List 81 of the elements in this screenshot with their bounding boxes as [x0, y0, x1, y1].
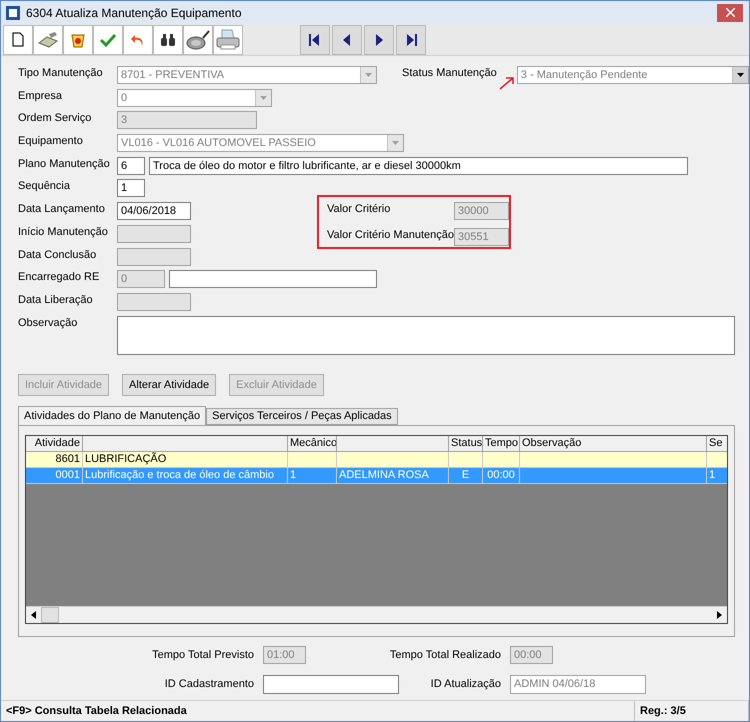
table-cell: 1: [707, 468, 727, 484]
column-header: Status: [449, 436, 483, 452]
toolbar-button[interactable]: [3, 24, 33, 54]
toolbar-button[interactable]: [183, 24, 213, 54]
next-record-button[interactable]: [364, 24, 394, 54]
printer-icon: [216, 28, 240, 50]
record-counter: Reg.: 3/5: [635, 701, 749, 721]
memo-field[interactable]: [117, 316, 735, 355]
table-cell: E: [449, 468, 483, 484]
field-label: ID Atualização: [430, 678, 501, 690]
table-row[interactable]: 8601 LUBRIFICAÇÃO: [26, 452, 727, 468]
field-label: Data Conclusão: [18, 248, 98, 260]
field-label: Tempo Total Realizado: [390, 648, 501, 661]
tab[interactable]: Atividades do Plano de Manutenção: [18, 406, 206, 425]
scroll-left-icon: [31, 610, 36, 619]
action-button[interactable]: Alterar Atividade: [122, 374, 216, 396]
window-title: 6304 Atualiza Manutenção Equipamento: [26, 6, 242, 20]
last-icon: [404, 32, 418, 46]
field-label: Empresa: [18, 88, 64, 102]
field-label: Sequência: [18, 179, 71, 192]
toolbar-button[interactable]: [153, 24, 183, 54]
text-field[interactable]: 00:00: [510, 646, 553, 664]
field-label: Data Lançamento: [18, 202, 106, 216]
pointer-arrow-icon: [498, 76, 515, 90]
field-label: Valor Critério: [327, 202, 392, 216]
dropdown-field[interactable]: 3 - Manutenção Pendente: [516, 66, 749, 84]
text-field[interactable]: 30551: [454, 228, 509, 246]
field-label: Tipo Manutenção: [18, 66, 104, 79]
status-hint: <F9> Consulta Tabela Relacionada: [1, 701, 635, 721]
close-button[interactable]: [717, 4, 743, 22]
first-icon: [308, 32, 322, 46]
text-field[interactable]: 6: [117, 156, 145, 175]
horizontal-scrollbar[interactable]: [26, 606, 727, 623]
field-label: Início Manutenção: [18, 224, 109, 238]
tab[interactable]: Serviços Terceiros / Peças Aplicadas: [206, 408, 398, 425]
text-field[interactable]: 04/06/2018: [117, 202, 191, 220]
field-label: Encarregado RE: [18, 270, 100, 284]
caret-icon: [365, 73, 372, 77]
scroll-right-icon: [717, 610, 722, 619]
previous-record-button[interactable]: [332, 24, 362, 54]
text-field[interactable]: 01:00: [263, 646, 306, 664]
field-label: Observação: [18, 316, 78, 329]
bin-icon: [70, 32, 86, 48]
eraser-icon: [37, 30, 59, 48]
table-cell: ADELMINA ROSA: [337, 468, 449, 484]
field-label: Ordem Serviço: [18, 111, 92, 124]
field-label: Valor Critério Manutenção: [327, 228, 454, 241]
caret-icon: [736, 73, 744, 77]
column-header: Observação: [520, 436, 707, 452]
caret-icon: [260, 96, 267, 100]
table-cell: 1: [288, 468, 337, 484]
app-logo-icon: [6, 6, 20, 20]
field-label: Tempo Total Previsto: [152, 648, 254, 661]
text-field[interactable]: 30000: [454, 202, 509, 220]
caret-icon: [392, 141, 399, 146]
text-field[interactable]: Troca de óleo do motor e filtro lubrificante, ar e diesel 30000km: [149, 156, 688, 175]
dropdown-value: 0: [121, 92, 128, 104]
field-label: ID Cadastramento: [164, 678, 254, 690]
column-header: Tempo: [483, 436, 520, 452]
table-cell: Lubrificação e troca de óleo de câmbio: [83, 468, 288, 484]
check-icon: [99, 32, 117, 46]
dropdown-value: 8701 - PREVENTIVA: [121, 69, 224, 81]
column-header: Atividade: [26, 436, 83, 452]
field-label: Status Manutenção: [402, 66, 497, 79]
new-document-icon: [12, 32, 24, 47]
table-cell: 0001: [26, 468, 83, 484]
text-field[interactable]: [169, 270, 377, 288]
field-label: Data Liberação: [18, 292, 94, 306]
first-record-button[interactable]: [300, 24, 330, 54]
scrollbar-thumb[interactable]: [41, 606, 59, 623]
column-header: Se: [707, 436, 727, 452]
table-row[interactable]: 0001 Lubrificação e troca de óleo de câmbio 1 ADELMINA ROSA E 00:00 1: [26, 468, 727, 484]
last-record-button[interactable]: [396, 24, 426, 54]
dropdown-value: VL016 - VL016 AUTOMOVEL PASSEIO: [121, 137, 316, 150]
table-cell: 00:00: [483, 468, 520, 484]
field-label: Plano Manutenção: [18, 156, 111, 170]
text-field[interactable]: 1: [117, 179, 145, 198]
text-field[interactable]: [263, 674, 399, 694]
close-icon: [726, 8, 734, 17]
binoculars-icon: [160, 32, 176, 46]
field-label: Equipamento: [18, 134, 84, 148]
